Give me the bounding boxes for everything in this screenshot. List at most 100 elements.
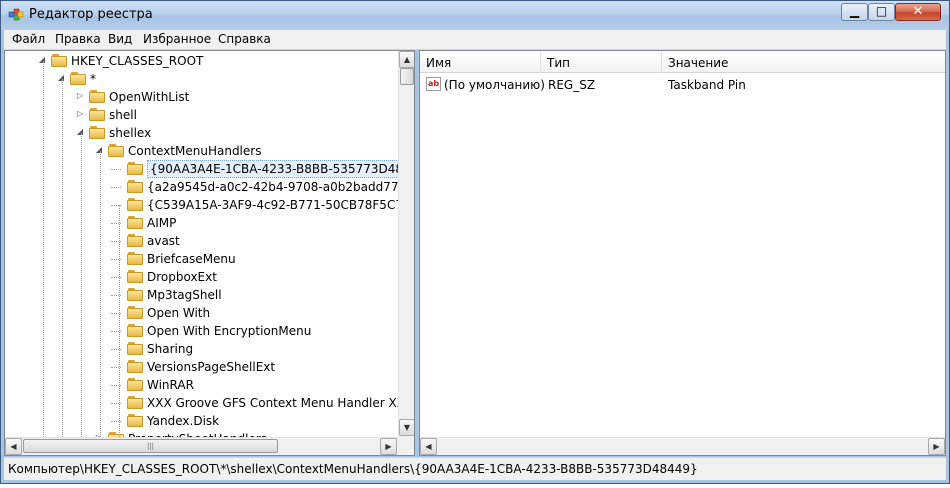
- tree-item[interactable]: ▷ shell: [5, 106, 398, 124]
- tree-item[interactable]: AIMP: [5, 214, 398, 232]
- folder-icon: [127, 323, 143, 337]
- folder-icon: [51, 53, 67, 67]
- column-header-name[interactable]: Имя: [420, 51, 541, 73]
- tree-item[interactable]: {a2a9545d-a0c2-42b4-9708-a0b2badd77c8}: [5, 178, 414, 196]
- tree-horizontal-scrollbar[interactable]: ◀ ||| ▶: [5, 437, 398, 455]
- bottom-edge: [0, 484, 950, 488]
- tree-item-label: VersionsPageShellExt: [147, 360, 276, 374]
- value-type: REG_SZ: [548, 78, 596, 92]
- minimize-icon: ▁: [849, 4, 860, 18]
- tree-item[interactable]: VersionsPageShellExt: [5, 358, 398, 376]
- menu-favorites[interactable]: Избранное: [143, 32, 211, 46]
- horizontal-scroll-thumb[interactable]: |||: [23, 439, 278, 453]
- registry-editor-window: Редактор реестра ▁ □ ✕ Файл Правка Вид И…: [0, 0, 950, 484]
- title-bar[interactable]: Редактор реестра ▁ □ ✕: [1, 1, 949, 30]
- folder-icon: [127, 395, 143, 409]
- column-header-value[interactable]: Значение: [662, 51, 945, 73]
- tree-item-label: HKEY_CLASSES_ROOT: [71, 54, 204, 68]
- folder-icon: [127, 179, 143, 193]
- tree-item[interactable]: {90AA3A4E-1CBA-4233-B8BB-535773D48449}: [5, 160, 414, 178]
- tree-item-label: *: [90, 72, 96, 86]
- close-button[interactable]: ✕: [895, 3, 941, 21]
- vertical-scroll-thumb[interactable]: [400, 68, 414, 85]
- tree-item-label: Open With: [147, 306, 211, 320]
- folder-icon: [127, 197, 143, 211]
- tree-item[interactable]: Open With: [5, 304, 398, 322]
- list-item[interactable]: ab (По умолчанию) REG_SZ Taskband Pin: [420, 76, 945, 94]
- menu-help[interactable]: Справка: [218, 32, 271, 46]
- tree-item[interactable]: Mp3tagShell: [5, 286, 398, 304]
- string-value-icon: ab: [426, 77, 441, 91]
- close-icon: ✕: [912, 4, 924, 19]
- tree-item-label: WinRAR: [147, 378, 194, 392]
- folder-icon: [127, 341, 143, 355]
- tree-guide-line: [43, 61, 44, 437]
- folder-icon: [127, 269, 143, 283]
- tree-connector-line: [111, 187, 121, 188]
- tree-item[interactable]: ◢ *: [5, 70, 398, 88]
- menu-view[interactable]: Вид: [108, 32, 132, 46]
- tree-item[interactable]: Yandex.Disk: [5, 412, 398, 430]
- tree-item[interactable]: XXX Groove GFS Context Menu Handler XXX: [5, 394, 413, 412]
- scroll-left-button[interactable]: ◀: [5, 438, 22, 455]
- tree-item-label: Yandex.Disk: [147, 414, 220, 428]
- values-list[interactable]: Имя Тип Значение ab (По умолчанию) REG_S…: [419, 50, 946, 456]
- column-header-type[interactable]: Тип: [541, 51, 662, 73]
- collapse-arrow-icon[interactable]: ◢: [94, 145, 104, 155]
- menu-edit[interactable]: Правка: [55, 32, 101, 46]
- tree-item-label: {90AA3A4E-1CBA-4233-B8BB-535773D48449}: [147, 160, 414, 178]
- scroll-down-button[interactable]: ▼: [399, 419, 414, 436]
- tree-item-label: ContextMenuHandlers: [128, 144, 262, 158]
- expand-arrow-icon[interactable]: ▷: [75, 91, 85, 101]
- tree-item[interactable]: BriefcaseMenu: [5, 250, 398, 268]
- tree-guide-line: [62, 79, 63, 437]
- folder-icon: [89, 89, 105, 103]
- tree-item[interactable]: DropboxExt: [5, 268, 398, 286]
- tree-item-label: Sharing: [147, 342, 194, 356]
- folder-icon: [108, 143, 124, 157]
- maximize-button[interactable]: □: [868, 3, 895, 21]
- tree-vertical-scrollbar[interactable]: ▲ ▼: [398, 51, 414, 437]
- list-scroll-left-icon: ◀: [425, 442, 432, 451]
- folder-icon: [127, 161, 143, 175]
- folder-icon: [127, 287, 143, 301]
- collapse-arrow-icon[interactable]: ◢: [37, 55, 47, 65]
- value-data: Taskband Pin: [668, 78, 746, 92]
- column-header-type-label: Тип: [547, 56, 570, 70]
- tree-item-label: shell: [109, 108, 137, 122]
- list-scroll-left-button[interactable]: ◀: [420, 438, 437, 455]
- tree-guide-line: [119, 205, 120, 437]
- folder-icon: [127, 359, 143, 373]
- folder-icon: [89, 107, 105, 121]
- tree-item[interactable]: Sharing: [5, 340, 398, 358]
- tree-item[interactable]: ◢ HKEY_CLASSES_ROOT: [5, 52, 398, 70]
- minimize-button[interactable]: ▁: [841, 3, 868, 21]
- tree-item[interactable]: ▷ OpenWithList: [5, 88, 398, 106]
- tree-item[interactable]: {C539A15A-3AF9-4c92-B771-50CB78F5C751}: [5, 196, 414, 214]
- list-scroll-right-button[interactable]: ▶: [928, 438, 945, 455]
- menu-file[interactable]: Файл: [12, 32, 45, 46]
- collapse-arrow-icon[interactable]: ◢: [75, 127, 85, 137]
- registry-tree[interactable]: ◢ HKEY_CLASSES_ROOT ◢ * ▷ OpenWithList ▷ shell ◢…: [4, 50, 415, 456]
- tree-guide-line: [100, 151, 101, 437]
- tree-item[interactable]: Open With EncryptionMenu: [5, 322, 398, 340]
- list-header: Имя Тип Значение: [420, 51, 945, 73]
- tree-item[interactable]: ◢ ContextMenuHandlers: [5, 142, 398, 160]
- tree-item[interactable]: ◢ shellex: [5, 124, 398, 142]
- collapse-arrow-icon[interactable]: ◢: [56, 73, 66, 83]
- tree-item-label: shellex: [109, 126, 152, 140]
- folder-icon: [127, 215, 143, 229]
- tree-item[interactable]: WinRAR: [5, 376, 398, 394]
- column-header-value-label: Значение: [668, 56, 729, 70]
- list-scroll-right-icon: ▶: [933, 442, 940, 451]
- maximize-icon: □: [875, 4, 888, 18]
- expand-arrow-icon[interactable]: ▷: [75, 109, 85, 119]
- folder-icon: [127, 233, 143, 247]
- list-horizontal-scrollbar[interactable]: ◀ ▶: [420, 437, 945, 455]
- scroll-right-button[interactable]: ▶: [380, 438, 397, 455]
- tree-item-label: AIMP: [147, 216, 177, 230]
- scroll-down-icon: ▼: [403, 423, 411, 432]
- scroll-up-button[interactable]: ▲: [399, 51, 414, 68]
- tree-item[interactable]: avast: [5, 232, 398, 250]
- scroll-up-icon: ▲: [403, 55, 411, 64]
